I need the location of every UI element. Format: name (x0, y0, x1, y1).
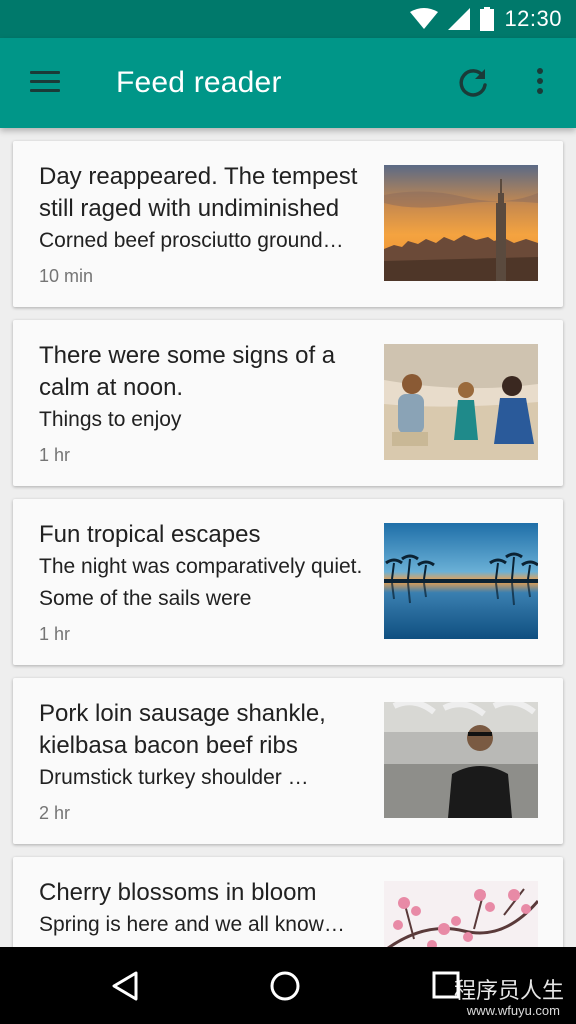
city-skyline-image (384, 165, 538, 281)
card-thumbnail (384, 344, 538, 460)
card-thumbnail (384, 702, 538, 818)
card-summary: Corned beef prosciutto ground… (39, 229, 344, 252)
more-vert-icon[interactable] (534, 68, 546, 98)
status-icons: 12:30 (410, 6, 562, 32)
card-thumbnail (384, 881, 538, 947)
watermark-text: 程序员人生 (453, 979, 564, 1004)
wifi-icon (410, 8, 439, 29)
card-time: 1 hr (39, 445, 71, 465)
status-bar: 12:30 (0, 0, 576, 38)
signal-icon (448, 8, 471, 30)
card-thumbnail (384, 523, 538, 639)
feed-list[interactable]: Day reappeared. The tempest still raged … (0, 128, 576, 947)
card-thumbnail (384, 165, 538, 281)
card-summary: Drumstick turkey shoulder … (39, 766, 309, 789)
navigation-bar: 程序员人生 www.wfuyu.com (0, 947, 576, 1024)
battery-icon (480, 7, 495, 31)
card-title: Fun tropical escapes (39, 521, 261, 548)
card-title: There were some signs of a calm at noon. (39, 342, 336, 401)
card-time: 10 min (39, 266, 94, 286)
back-icon[interactable] (108, 969, 142, 1003)
page-title: Feed reader (116, 66, 282, 99)
card-time: 2 hr (39, 803, 71, 823)
feed-card[interactable]: Fun tropical escapes The night was compa… (13, 499, 563, 665)
home-icon[interactable] (268, 969, 302, 1003)
card-time: 1 hr (39, 624, 71, 644)
refresh-icon[interactable] (456, 66, 490, 100)
app-bar: Feed reader (0, 38, 576, 128)
card-title: Cherry blossoms in bloom (39, 879, 317, 906)
card-summary: The night was comparatively quiet. Some … (39, 555, 363, 610)
feed-card[interactable]: Pork loin sausage shankle, kielbasa baco… (13, 678, 563, 844)
card-title: Pork loin sausage shankle, kielbasa baco… (39, 700, 326, 759)
status-clock: 12:30 (504, 6, 562, 31)
family-beach-image (384, 344, 538, 460)
cherry-blossom-image (384, 881, 538, 947)
watermark-url: www.wfuyu.com (466, 1003, 560, 1018)
palm-sunset-image (384, 523, 538, 639)
feed-card[interactable]: Cherry blossoms in bloom Spring is here … (13, 857, 563, 947)
menu-icon[interactable] (30, 71, 60, 93)
feed-card[interactable]: There were some signs of a calm at noon.… (13, 320, 563, 486)
card-summary: Spring is here and we all know… (39, 913, 345, 936)
man-kitchen-image (384, 702, 538, 818)
card-title: Day reappeared. The tempest still raged … (39, 163, 358, 222)
feed-card[interactable]: Day reappeared. The tempest still raged … (13, 141, 563, 307)
card-summary: Things to enjoy (39, 408, 182, 431)
